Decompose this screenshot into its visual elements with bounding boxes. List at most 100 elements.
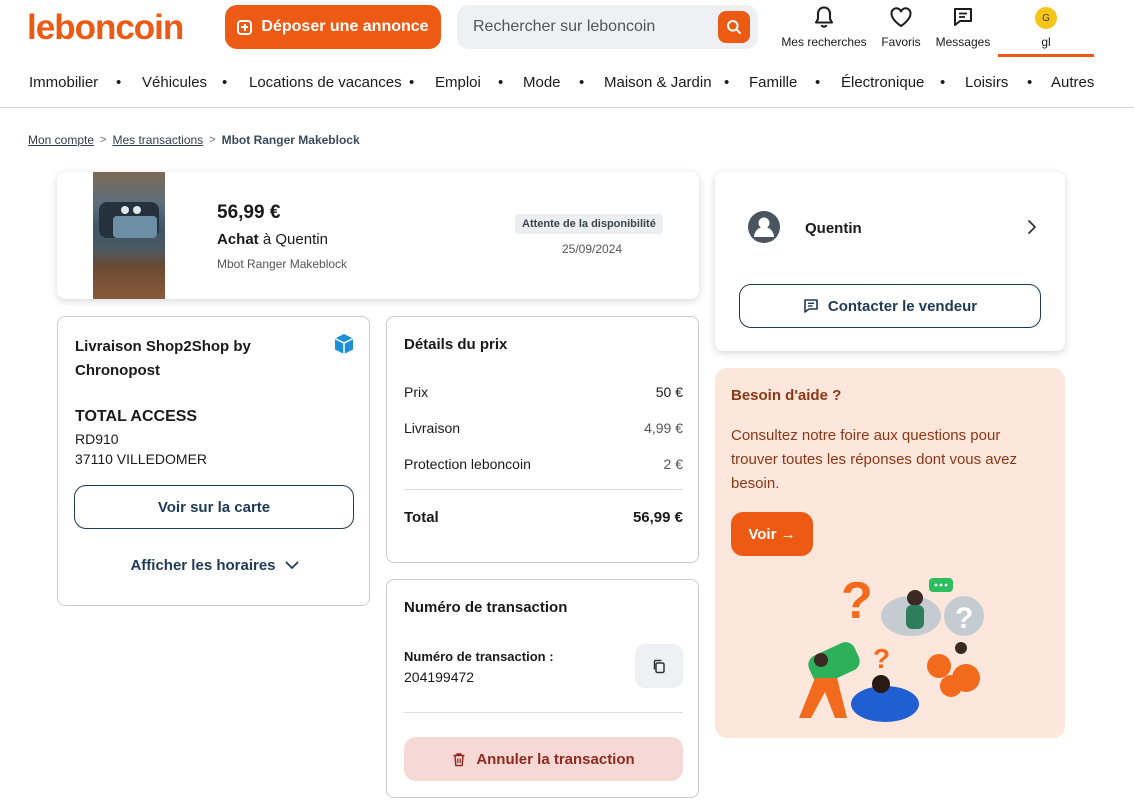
product-price: 56,99 € xyxy=(217,202,281,223)
product-image[interactable] xyxy=(93,172,165,299)
svg-text:?: ? xyxy=(955,602,973,635)
messages-button[interactable]: Messages xyxy=(932,4,994,54)
breadcrumb-link-account[interactable]: Mon compte xyxy=(28,133,94,147)
transaction-number: 204199472 xyxy=(404,669,475,685)
transaction-card: Numéro de transaction Numéro de transact… xyxy=(386,579,699,798)
message-icon xyxy=(954,8,972,26)
category-link-emploi[interactable]: Emploi xyxy=(435,74,481,91)
pickup-address-line2: 37110 VILLEDOMER xyxy=(75,451,208,467)
help-illustration: ? ? ? xyxy=(799,572,984,722)
category-link-autres[interactable]: Autres xyxy=(1051,74,1094,91)
top-header: leboncoin Déposer une annonce Mes recher… xyxy=(0,0,1134,58)
user-avatar-icon xyxy=(748,211,780,243)
saved-searches-label: Mes recherches xyxy=(781,35,867,49)
price-row-label: Livraison xyxy=(404,420,461,436)
category-nav: Immobilier • Véhicules • Locations de va… xyxy=(0,62,1134,102)
category-separator: • xyxy=(724,74,730,91)
purchase-type: Achat xyxy=(217,231,259,248)
account-button[interactable]: G gl xyxy=(1016,4,1076,54)
price-row-label: Prix xyxy=(404,384,429,400)
transaction-title: Numéro de transaction xyxy=(404,599,568,616)
search-input[interactable] xyxy=(457,5,712,49)
active-tab-indicator xyxy=(998,54,1094,57)
product-summary-card: 56,99 € Achat à Quentin Mbot Ranger Make… xyxy=(57,172,699,299)
price-total-row: Total 56,99 € xyxy=(404,509,683,526)
breadcrumb-link-transactions[interactable]: Mes transactions xyxy=(112,133,203,147)
view-map-button[interactable]: Voir sur la carte xyxy=(74,485,354,529)
show-hours-label: Afficher les horaires xyxy=(130,557,276,574)
category-separator: • xyxy=(116,74,122,91)
search-button[interactable] xyxy=(718,11,750,43)
account-label: gl xyxy=(1041,35,1051,49)
chevron-right-icon xyxy=(1028,220,1036,234)
price-total-label: Total xyxy=(404,509,439,526)
show-hours-toggle[interactable]: Afficher les horaires xyxy=(58,557,371,574)
saved-searches-button[interactable]: Mes recherches xyxy=(780,4,868,54)
pickup-point-name: TOTAL ACCESS xyxy=(75,408,198,425)
messages-label: Messages xyxy=(935,35,991,49)
category-separator: • xyxy=(409,74,415,91)
transaction-date: 25/09/2024 xyxy=(562,242,623,256)
favorites-button[interactable]: Favoris xyxy=(873,4,929,54)
svg-text:?: ? xyxy=(841,572,873,630)
help-card: Besoin d'aide ? Consultez notre foire au… xyxy=(715,368,1065,738)
seller-phrase: à Quentin xyxy=(262,231,328,248)
delivery-method-title: Livraison Shop2Shop by Chronopost xyxy=(75,338,251,379)
contact-seller-button[interactable]: Contacter le vendeur xyxy=(739,284,1041,328)
price-row-value: 50 € xyxy=(655,384,683,400)
price-total-value: 56,99 € xyxy=(632,509,683,526)
help-see-button[interactable]: Voir → xyxy=(731,512,813,556)
post-ad-button[interactable]: Déposer une annonce xyxy=(225,5,441,49)
help-description: Consultez notre foire aux questions pour… xyxy=(731,427,1017,492)
price-divider xyxy=(404,489,683,490)
category-link-maison-jardin[interactable]: Maison & Jardin xyxy=(604,74,712,91)
price-row: Protection leboncoin 2 € xyxy=(404,456,683,472)
header-divider xyxy=(0,107,1134,108)
product-title: Mbot Ranger Makeblock xyxy=(217,257,348,271)
price-row: Prix 50 € xyxy=(404,384,683,400)
seller-profile-link[interactable]: Quentin xyxy=(715,202,1065,254)
search-icon xyxy=(727,20,741,34)
pickup-address-line1: RD910 xyxy=(75,431,119,447)
transaction-divider xyxy=(404,712,683,713)
bell-icon xyxy=(815,6,833,28)
category-separator: • xyxy=(1027,74,1033,91)
category-link-locations[interactable]: Locations de vacances xyxy=(249,74,402,91)
leboncoin-logo[interactable]: leboncoin xyxy=(27,8,184,48)
cancel-transaction-label: Annuler la transaction xyxy=(476,750,635,768)
chevron-down-icon xyxy=(285,561,298,569)
price-details-card: Détails du prix Prix 50 € Livraison 4,99… xyxy=(386,316,699,563)
category-link-vehicules[interactable]: Véhicules xyxy=(142,74,207,91)
message-icon xyxy=(804,299,818,313)
category-link-famille[interactable]: Famille xyxy=(749,74,797,91)
heart-icon xyxy=(890,7,912,27)
category-separator: • xyxy=(815,74,821,91)
category-link-mode[interactable]: Mode xyxy=(523,74,561,91)
seller-name: Quentin xyxy=(805,220,862,237)
cancel-transaction-button[interactable]: Annuler la transaction xyxy=(404,737,683,781)
search-bar xyxy=(457,5,758,49)
purchase-line: Achat à Quentin xyxy=(217,231,328,248)
package-icon xyxy=(334,334,354,354)
svg-text:?: ? xyxy=(873,643,890,674)
status-badge: Attente de la disponibilité xyxy=(515,214,663,234)
contact-seller-label: Contacter le vendeur xyxy=(827,297,978,315)
trash-icon xyxy=(453,752,465,766)
copy-icon xyxy=(653,659,665,673)
breadcrumb: Mon compte > Mes transactions > Mbot Ran… xyxy=(28,133,360,147)
category-link-electronique[interactable]: Électronique xyxy=(841,74,924,91)
copy-button[interactable] xyxy=(635,644,683,688)
transaction-number-label: Numéro de transaction : xyxy=(404,649,554,664)
price-row-label: Protection leboncoin xyxy=(404,456,531,472)
post-ad-label: Déposer une annonce xyxy=(261,18,429,35)
breadcrumb-current: Mbot Ranger Makeblock xyxy=(221,133,360,147)
category-link-immobilier[interactable]: Immobilier xyxy=(29,74,98,91)
price-details-title: Détails du prix xyxy=(404,336,508,353)
chevron-right-icon: > xyxy=(209,134,216,146)
chevron-right-icon: > xyxy=(100,134,107,146)
category-separator: • xyxy=(222,74,228,91)
category-separator: • xyxy=(498,74,504,91)
price-row-value: 2 € xyxy=(663,456,683,472)
help-title: Besoin d'aide ? xyxy=(731,387,842,404)
category-link-loisirs[interactable]: Loisirs xyxy=(965,74,1008,91)
